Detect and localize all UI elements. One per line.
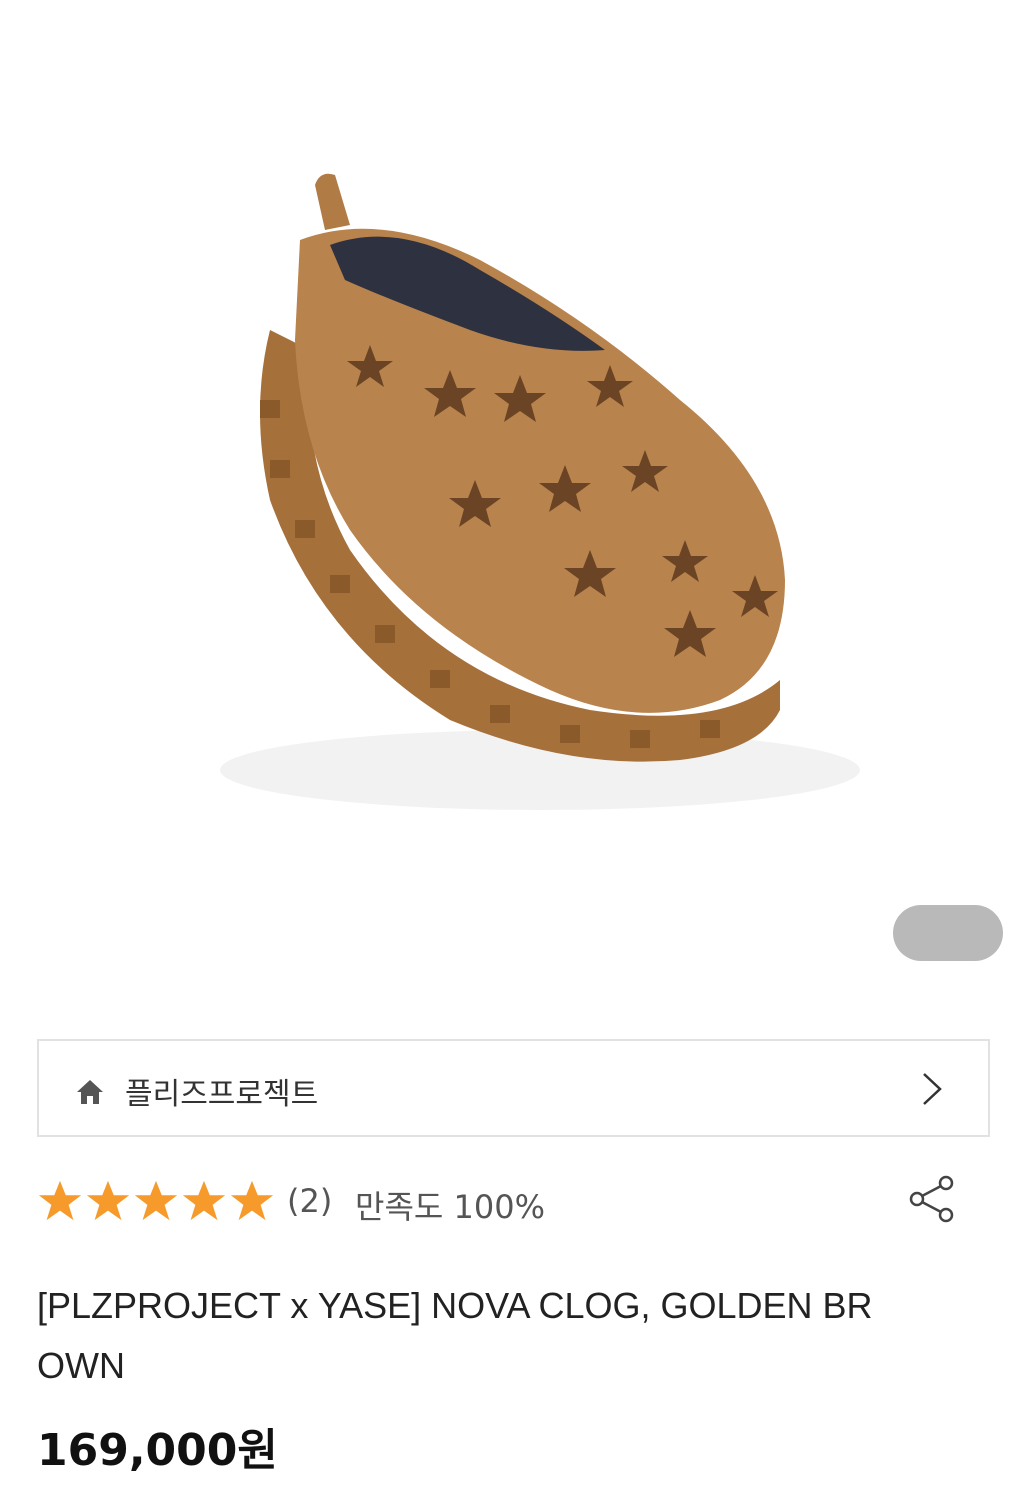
star-icon: [38, 1180, 82, 1221]
product-title: [PLZPROJECT x YASE] NOVA CLOG, GOLDEN BR…: [37, 1285, 873, 1386]
star-icon: [134, 1180, 178, 1221]
product-image: [220, 173, 860, 810]
star-icon: [230, 1180, 274, 1221]
review-count[interactable]: (2): [287, 1182, 332, 1220]
share-icon[interactable]: [908, 1174, 956, 1224]
star-icon: [86, 1180, 130, 1221]
image-page-indicator[interactable]: [893, 905, 1003, 961]
star-icon: [182, 1180, 226, 1221]
star-rating: [37, 1178, 275, 1224]
rating-row: (2) 만족도 100%: [37, 1174, 990, 1230]
store-link-bar[interactable]: 플리즈프로젝트: [37, 1039, 990, 1137]
satisfaction-rate: 만족도 100%: [355, 1188, 545, 1226]
store-name: 플리즈프로젝트: [125, 1077, 319, 1112]
chevron-right-icon: [923, 1073, 942, 1105]
product-image-gallery[interactable]: [0, 0, 1029, 1010]
product-price: 169,000원: [37, 1425, 278, 1476]
home-icon: [77, 1080, 103, 1104]
